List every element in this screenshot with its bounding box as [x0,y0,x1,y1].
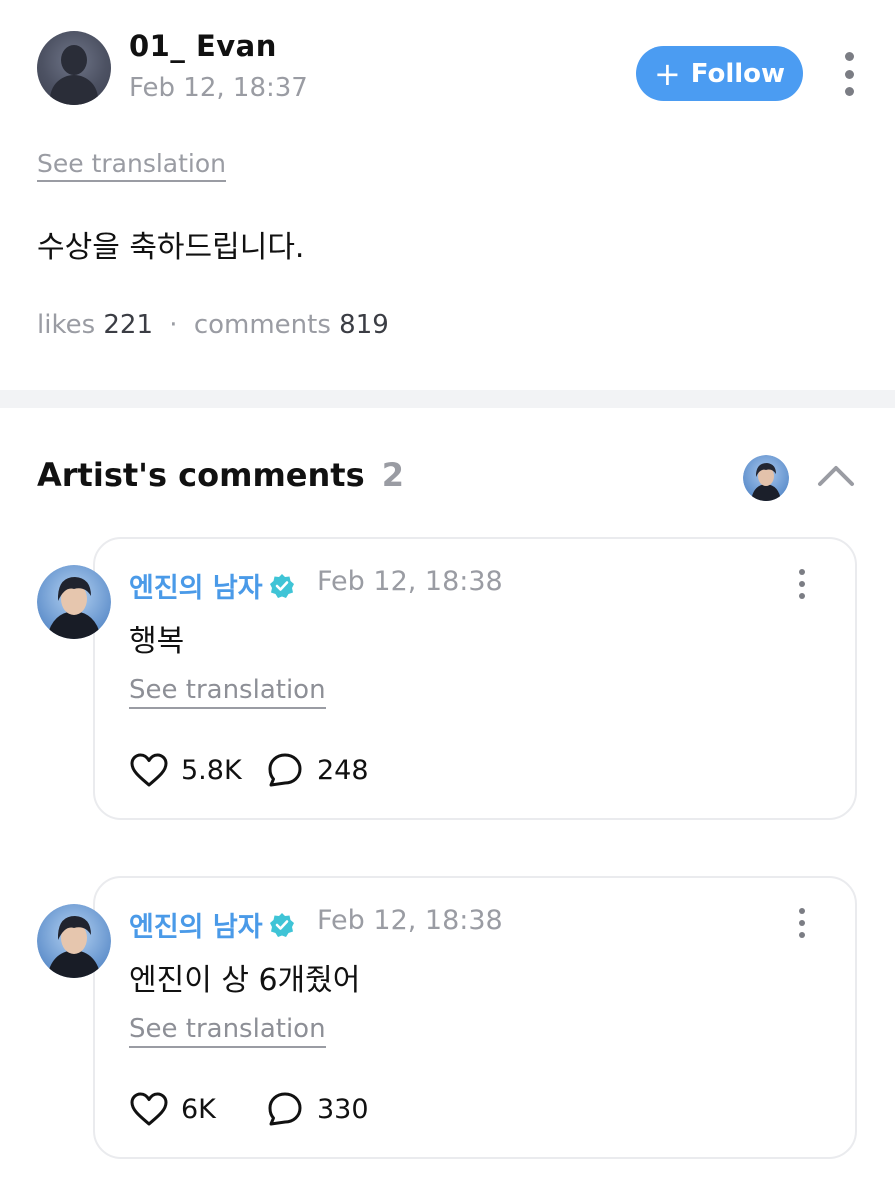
artist-name[interactable]: 엔진의 남자 [129,566,295,605]
artist-name-label: 엔진의 남자 [129,912,263,943]
post-stats: likes 221 · comments 819 [37,310,389,340]
comment-timestamp: Feb 12, 18:38 [317,905,503,936]
comment-actions: 6K 330 [129,1087,369,1131]
author-avatar[interactable] [37,31,111,105]
like-count: 6K [181,1093,216,1125]
artist-comments-label: Artist's comments [37,456,365,494]
verified-badge-icon [269,912,294,937]
speech-bubble-icon[interactable] [267,1091,303,1127]
follow-button[interactable]: + Follow [636,46,803,101]
see-translation-link[interactable]: See translation [129,1014,326,1048]
reply-count: 330 [317,1093,369,1125]
post-body: 수상을 축하드립니다. [37,230,305,265]
comments-count[interactable]: 819 [339,310,389,340]
comment-text: 행복 [129,624,185,659]
comment-more-button[interactable] [794,569,810,599]
see-translation-link[interactable]: See translation [129,675,326,709]
chevron-up-icon[interactable] [815,460,857,490]
artist-avatar-small[interactable] [743,455,789,501]
likes-count: 221 [103,310,154,340]
comment-text: 엔진이 상 6개줬어 [129,963,361,998]
heart-icon[interactable] [129,752,169,788]
likes-label: likes [37,310,96,340]
post-timestamp: Feb 12, 18:37 [129,73,308,103]
comment-actions: 5.8K 248 [129,748,369,792]
comment-timestamp: Feb 12, 18:38 [317,566,503,597]
artist-comments-title: Artist's comments 2 [37,456,404,494]
more-vertical-icon [799,908,805,914]
see-translation-link[interactable]: See translation [37,149,227,182]
plus-icon: + [653,54,681,93]
reply-count: 248 [317,754,369,786]
comment-more-button[interactable] [794,908,810,938]
follow-label: Follow [690,58,786,89]
more-vertical-icon [799,569,805,575]
more-options-button[interactable] [836,52,862,96]
author-name[interactable]: 01_ Evan [129,29,277,63]
like-count: 5.8K [181,754,242,786]
artist-comments-count: 2 [381,456,405,494]
more-vertical-icon [844,52,854,61]
artist-avatar[interactable] [37,565,111,639]
heart-icon[interactable] [129,1091,169,1127]
stats-separator: · [169,310,178,340]
artist-name-label: 엔진의 남자 [129,573,263,604]
comments-label[interactable]: comments [194,310,331,340]
artist-name[interactable]: 엔진의 남자 [129,905,295,944]
section-divider [0,390,895,408]
verified-badge-icon [269,573,294,598]
speech-bubble-icon[interactable] [267,752,303,788]
artist-avatar[interactable] [37,904,111,978]
